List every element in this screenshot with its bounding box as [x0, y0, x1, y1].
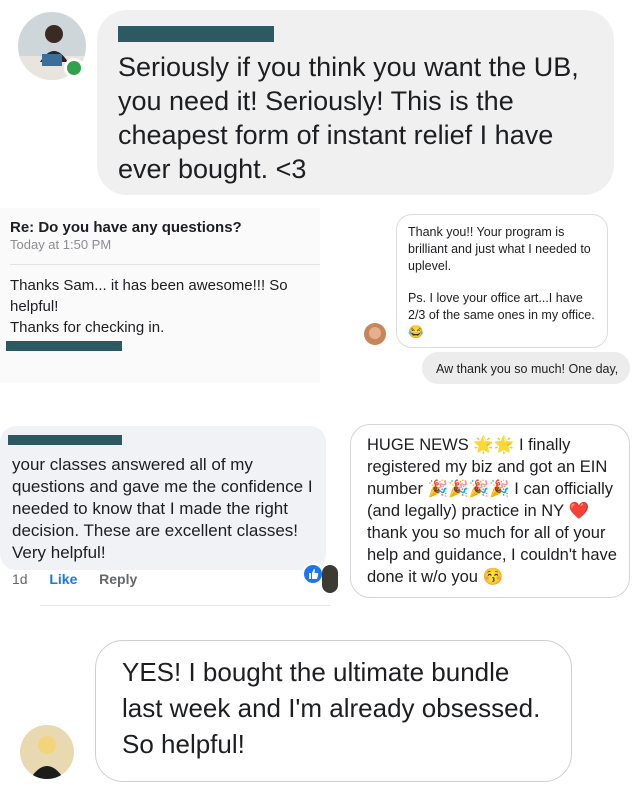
avatar-bottom [20, 725, 74, 779]
fb-like-reaction-icon [302, 563, 324, 585]
email-time: Today at 1:50 PM [10, 237, 112, 252]
email-divider [10, 264, 320, 265]
fb-commenter-avatar [322, 565, 338, 593]
fb-divider [40, 605, 330, 606]
chat-avatar [364, 323, 386, 345]
testimonial-top-text: Seriously if you think you want the UB, … [118, 52, 579, 184]
chat-message-2: Ps. I love your office art...I have 2/3 … [408, 291, 595, 339]
news-message-text: HUGE NEWS 🌟🌟 I finally registered my biz… [367, 436, 617, 586]
email-body-line2: Thanks for checking in. [10, 319, 165, 336]
fb-comment-time: 1d [12, 571, 28, 587]
redacted-name-email [6, 341, 122, 351]
redacted-name-fb [8, 435, 122, 445]
fb-like-link[interactable]: Like [49, 571, 77, 587]
online-status-icon [64, 58, 84, 78]
fb-reply-link[interactable]: Reply [99, 571, 137, 587]
chat-reply-text: Aw thank you so much! One day, [436, 362, 619, 376]
redacted-name-top [118, 26, 274, 42]
fb-comment-actions: 1d Like Reply [12, 571, 137, 587]
email-subject: Re: Do you have any questions? [10, 219, 242, 236]
chat-message-1: Thank you!! Your program is brilliant an… [408, 225, 591, 273]
fb-comment-text: your classes answered all of my question… [12, 455, 313, 562]
testimonial-bottom-text: YES! I bought the ultimate bundle last w… [122, 657, 562, 759]
email-body-line1: Thanks Sam... it has been awesome!!! So … [10, 277, 288, 315]
